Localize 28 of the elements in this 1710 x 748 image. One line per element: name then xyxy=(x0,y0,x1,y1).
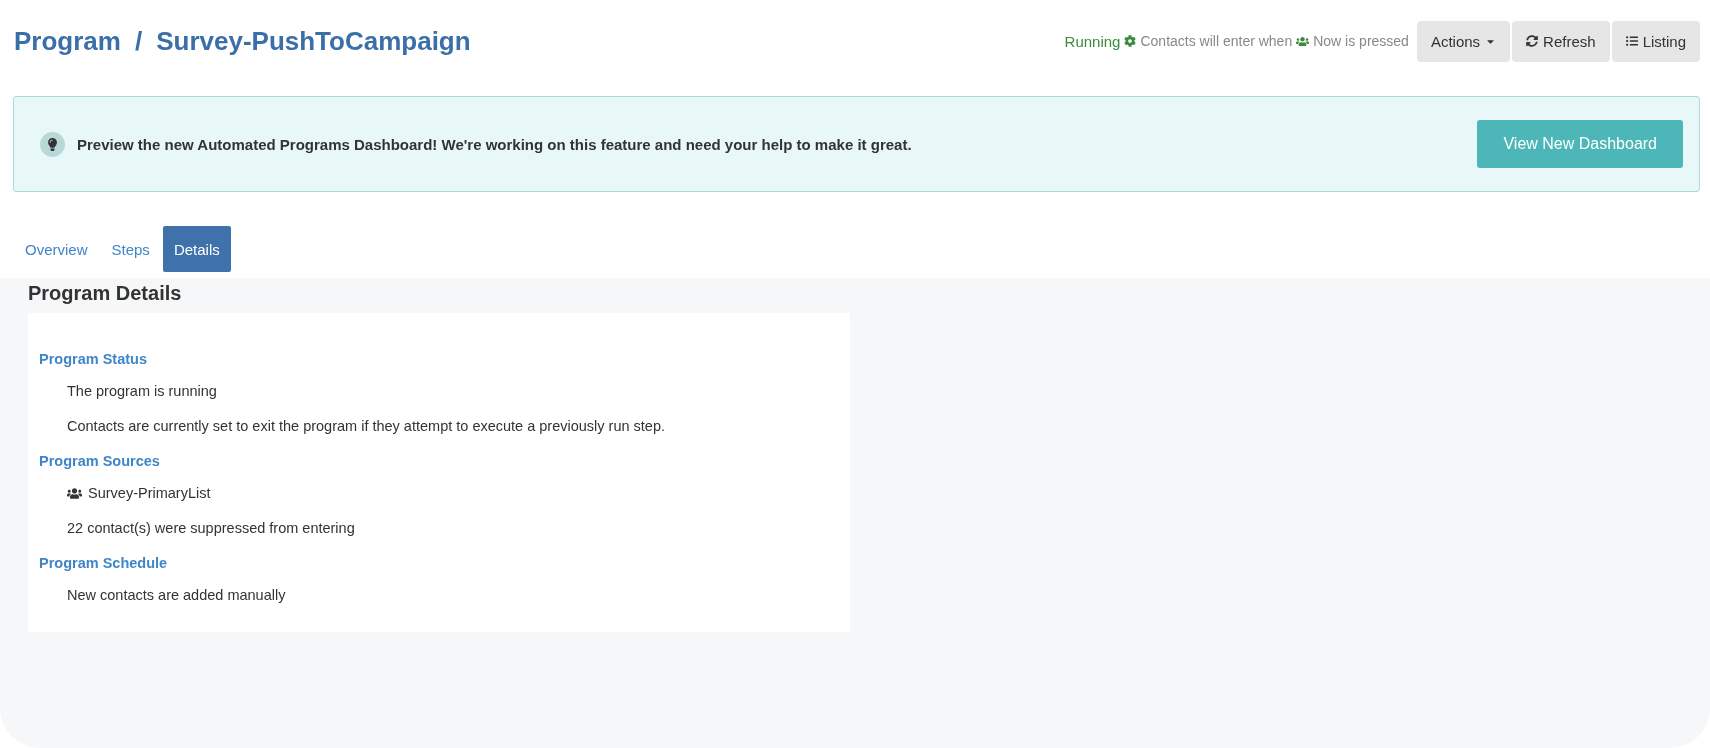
tab[interactable]: Overview xyxy=(14,226,99,272)
listing-button[interactable]: Listing xyxy=(1611,20,1700,62)
users-icon xyxy=(1296,34,1310,48)
list-icon xyxy=(1625,35,1638,47)
users-icon xyxy=(67,485,82,501)
section-heading: Program Status xyxy=(39,351,148,367)
tab[interactable]: Steps xyxy=(100,226,161,272)
breadcrumb-separator: / xyxy=(134,25,143,57)
status-description: Contacts will enter when xyxy=(1140,33,1293,49)
status-description: Now is pressed xyxy=(1313,33,1409,49)
section-heading: Program Schedule xyxy=(39,555,169,571)
detail-text: Contacts are currently set to exit the program if they attempt to execute a previously run step. xyxy=(67,418,665,434)
refresh-button[interactable]: Refresh xyxy=(1512,20,1610,62)
section-title: Program Details xyxy=(28,282,183,305)
page-title: Survey-PushToCampaign xyxy=(156,25,471,57)
gear-icon xyxy=(1124,35,1137,47)
detail-text: The program is running xyxy=(67,383,217,399)
source-list-name: Survey-PrimaryList xyxy=(88,485,211,501)
actions-dropdown[interactable]: Actions xyxy=(1416,20,1511,62)
section-heading: Program Sources xyxy=(39,453,161,469)
tab[interactable]: Details xyxy=(162,226,231,272)
lightbulb-icon xyxy=(40,131,65,157)
detail-text: New contacts are added manually xyxy=(67,587,286,603)
banner-message: Preview the new Automated Programs Dashboard! We're working on this feature and need your help to make it great. xyxy=(77,135,912,153)
refresh-icon xyxy=(1526,35,1539,47)
status-text: Running xyxy=(1064,32,1121,50)
detail-text: 22 contact(s) were suppressed from entering xyxy=(67,520,355,536)
breadcrumb-link[interactable]: Program xyxy=(14,25,121,57)
